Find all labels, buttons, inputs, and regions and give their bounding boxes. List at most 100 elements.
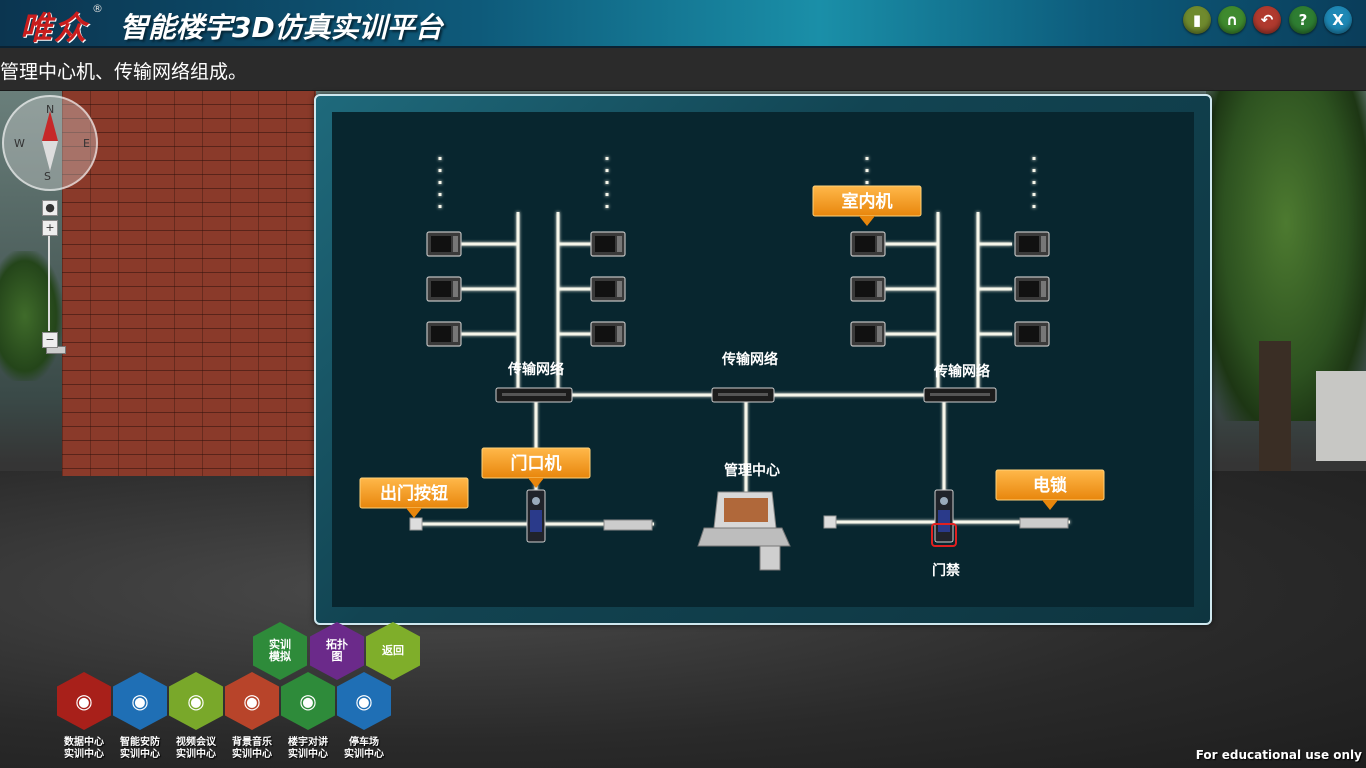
monitor-screen [595, 236, 615, 252]
monitor-keypad [617, 326, 622, 342]
lock-body [1019, 517, 1069, 529]
menu-icon: ◉ [355, 689, 373, 713]
access-control-label: 门禁 [932, 562, 960, 579]
watermark: For educational use only [1195, 748, 1362, 762]
callout-electric-lock: 电锁 [995, 469, 1105, 510]
console-desk [697, 527, 791, 547]
network-switch-mid[interactable] [711, 387, 775, 403]
door-unit-camera [532, 497, 540, 505]
zoom-out-button[interactable]: − [42, 332, 58, 348]
monitor-screen [1019, 281, 1039, 297]
indoor-monitor-icon[interactable] [426, 321, 462, 347]
switch-ports [502, 393, 566, 396]
speaker-button[interactable]: ▮ [1183, 6, 1211, 34]
monitor-screen [1019, 236, 1039, 252]
lock-body [603, 519, 653, 531]
brand-logo: 唯众 [20, 9, 89, 47]
monitor-keypad [1041, 281, 1046, 297]
network-switch-right[interactable] [923, 387, 997, 403]
indoor-monitor-icon[interactable] [1014, 321, 1050, 347]
help-button[interactable]: ? [1289, 6, 1317, 34]
access-control-icon[interactable] [931, 489, 957, 547]
close-button[interactable]: X [1324, 6, 1352, 34]
registered-mark: ® [92, 2, 103, 15]
callout-label: 室内机 [842, 191, 893, 212]
monitor-screen [595, 326, 615, 342]
brick-building [62, 91, 316, 476]
callout-indoor-unit: 室内机 [812, 185, 922, 226]
app-title: 智能楼宇3D仿真实训平台 [120, 11, 443, 44]
zoom-control: ● + − [42, 200, 66, 354]
callout-pointer [406, 508, 422, 518]
building-wall-right [1316, 371, 1366, 461]
switch-ports [718, 393, 768, 396]
monitor-screen [431, 236, 451, 252]
exit-button-icon-right[interactable] [823, 515, 837, 529]
network-label-mid: 传输网络 [721, 351, 778, 368]
monitor-keypad [453, 326, 458, 342]
compass-east: E [83, 137, 90, 150]
door-unit-keypad [530, 510, 542, 532]
back-button[interactable]: ↶ [1253, 6, 1281, 34]
menu-icon: ◉ [243, 689, 261, 713]
monitor-keypad [877, 236, 882, 252]
callout-label: 出门按钮 [380, 483, 448, 504]
indoor-monitor-icon[interactable] [426, 231, 462, 257]
compass-west: W [14, 137, 25, 150]
menu-bottom-0-label: 数据中心 实训中心 [64, 737, 104, 760]
menu-icon: ◉ [299, 689, 317, 713]
subtitle-text: 管理中心机、传输网络组成。 [0, 61, 248, 83]
title-bar: 唯众 ® 智能楼宇3D仿真实训平台 ▮ ∩ ↶? X [0, 0, 1366, 48]
monitor-keypad [1041, 236, 1046, 252]
monitor-keypad [617, 236, 622, 252]
exit-button-icon[interactable] [409, 517, 423, 531]
monitor-screen [855, 236, 875, 252]
monitor-screen [1019, 326, 1039, 342]
switch-ports [930, 393, 990, 396]
zoom-track[interactable] [46, 236, 66, 354]
compass-south: S [44, 170, 51, 183]
exit-button-body [409, 517, 423, 531]
management-console-icon[interactable] [697, 491, 791, 571]
location-pin-icon[interactable]: ● [42, 200, 58, 216]
mgmt-center-label: 管理中心 [724, 462, 780, 479]
indoor-monitor-icon[interactable] [850, 276, 886, 302]
monitor-screen [431, 326, 451, 342]
network-switch-left[interactable] [495, 387, 573, 403]
door-unit-icon[interactable] [526, 489, 546, 543]
zoom-in-button[interactable]: + [42, 220, 58, 236]
indoor-monitor-icon[interactable] [590, 231, 626, 257]
access-camera [940, 497, 948, 505]
indoor-monitor-icon[interactable] [426, 276, 462, 302]
indoor-monitor-icon[interactable] [1014, 276, 1050, 302]
exit-button-body [823, 515, 837, 529]
console-cabinet [759, 545, 781, 571]
monitor-screen [855, 281, 875, 297]
callout-label: 电锁 [1033, 475, 1067, 496]
menu-bottom-2-label: 视频会议 实训中心 [176, 737, 216, 760]
callout-label: 门口机 [511, 453, 562, 474]
indoor-monitor-icon[interactable] [1014, 231, 1050, 257]
monitor-keypad [453, 236, 458, 252]
menu-bottom-1-label: 智能安防 实训中心 [120, 737, 160, 760]
monitor-keypad [453, 281, 458, 297]
monitor-keypad [617, 281, 622, 297]
electric-lock-icon-right[interactable] [1019, 517, 1069, 529]
callout-exit-button: 出门按钮 [359, 477, 469, 518]
menu-bottom-3-label: 背景音乐 实训中心 [232, 737, 272, 760]
monitor-keypad [1041, 326, 1046, 342]
headphones-button[interactable]: ∩ [1218, 6, 1246, 34]
monitor-keypad [877, 281, 882, 297]
indoor-monitor-icon[interactable] [850, 321, 886, 347]
monitor-keypad [877, 326, 882, 342]
subtitle-bar: 管理中心机、传输网络组成。 [0, 48, 1366, 91]
indoor-monitor-icon[interactable] [590, 321, 626, 347]
indoor-monitor-icon[interactable] [590, 276, 626, 302]
electric-lock-icon-left[interactable] [603, 519, 653, 531]
indoor-monitor-icon[interactable] [850, 231, 886, 257]
menu-icon: ◉ [187, 689, 205, 713]
access-keypad [938, 510, 950, 532]
topology-diagram: 传输网络传输网络传输网络管理中心门禁室内机门口机出门按钮 电锁 [359, 157, 1105, 579]
monitor-screen [431, 281, 451, 297]
compass[interactable]: N E S W [2, 95, 98, 191]
